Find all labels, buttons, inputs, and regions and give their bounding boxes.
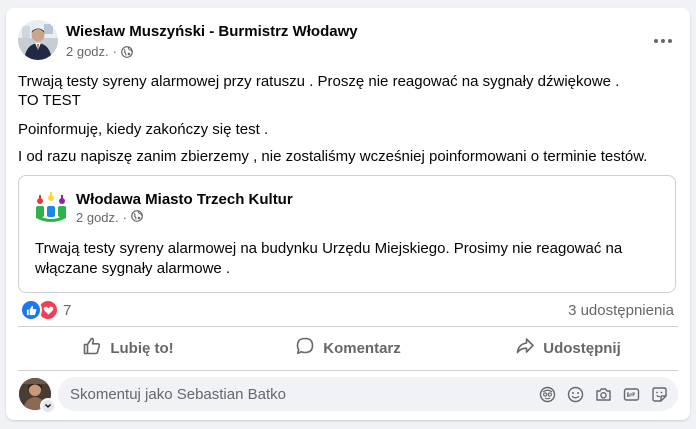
globe-icon[interactable] xyxy=(131,210,143,225)
comment-button[interactable]: Komentarz xyxy=(238,330,458,366)
comment-placeholder: Skomentuj jako Sebastian Batko xyxy=(70,385,286,403)
meta-separator: · xyxy=(112,44,117,59)
shared-time[interactable]: 2 godz. xyxy=(76,210,119,225)
avatar-sticker-icon[interactable] xyxy=(539,386,556,403)
comment-label: Komentarz xyxy=(323,339,401,357)
shared-post-text: Trwają testy syreny alarmowej na budynku… xyxy=(35,240,623,277)
post-header: Wiesław Muszyński - Burmistrz Włodawy 2 … xyxy=(18,20,678,62)
divider xyxy=(18,326,678,327)
meta-separator: · xyxy=(122,210,127,225)
more-options-button[interactable] xyxy=(648,26,678,56)
sticker-icon[interactable] xyxy=(651,386,668,403)
post-meta: 2 godz. · xyxy=(66,44,133,59)
page-logo[interactable] xyxy=(35,190,67,222)
comment-composer: Skomentuj jako Sebastian Batko xyxy=(18,377,678,414)
shared-post[interactable]: Włodawa Miasto Trzech Kultur 2 godz. · T… xyxy=(18,175,676,293)
comment-input[interactable]: Skomentuj jako Sebastian Batko xyxy=(58,377,678,411)
chevron-down-icon[interactable] xyxy=(40,398,56,414)
emoji-icon[interactable] xyxy=(567,386,584,403)
shared-page-name[interactable]: Włodawa Miasto Trzech Kultur xyxy=(76,191,293,208)
post-paragraph: Trwają testy syreny alarmowej przy ratus… xyxy=(18,73,620,90)
author-avatar[interactable] xyxy=(18,20,58,60)
more-icon xyxy=(654,39,658,43)
shared-meta: 2 godz. · xyxy=(76,210,143,225)
reaction-count: 7 xyxy=(63,301,72,319)
thumbs-up-icon xyxy=(82,336,102,360)
post-paragraph: Poinformuję, kiedy zakończy się test . xyxy=(18,121,269,138)
post-time[interactable]: 2 godz. xyxy=(66,44,109,59)
author-name[interactable]: Wiesław Muszyński - Burmistrz Włodawy xyxy=(66,23,358,40)
gif-icon[interactable] xyxy=(623,386,640,403)
reactions-summary[interactable]: 7 xyxy=(20,299,72,321)
shares-count[interactable]: 3 udostępnienia xyxy=(568,302,674,319)
post-card: Wiesław Muszyński - Burmistrz Włodawy 2 … xyxy=(6,8,690,420)
globe-icon[interactable] xyxy=(121,45,133,58)
share-button[interactable]: Udostępnij xyxy=(458,330,678,366)
post-paragraph: I od razu napiszę zanim zbierzemy , nie … xyxy=(18,148,648,165)
like-label: Lubię to! xyxy=(110,339,174,357)
divider xyxy=(18,370,678,371)
speech-bubble-icon xyxy=(295,336,315,360)
action-bar: Lubię to! Komentarz Udostępnij xyxy=(18,330,678,366)
camera-icon[interactable] xyxy=(595,386,612,403)
share-arrow-icon xyxy=(515,336,535,360)
post-paragraph: TO TEST xyxy=(18,92,81,109)
like-button[interactable]: Lubię to! xyxy=(18,330,238,366)
comment-tools xyxy=(539,386,668,403)
like-reaction-icon xyxy=(20,299,42,321)
share-label: Udostępnij xyxy=(543,339,621,357)
